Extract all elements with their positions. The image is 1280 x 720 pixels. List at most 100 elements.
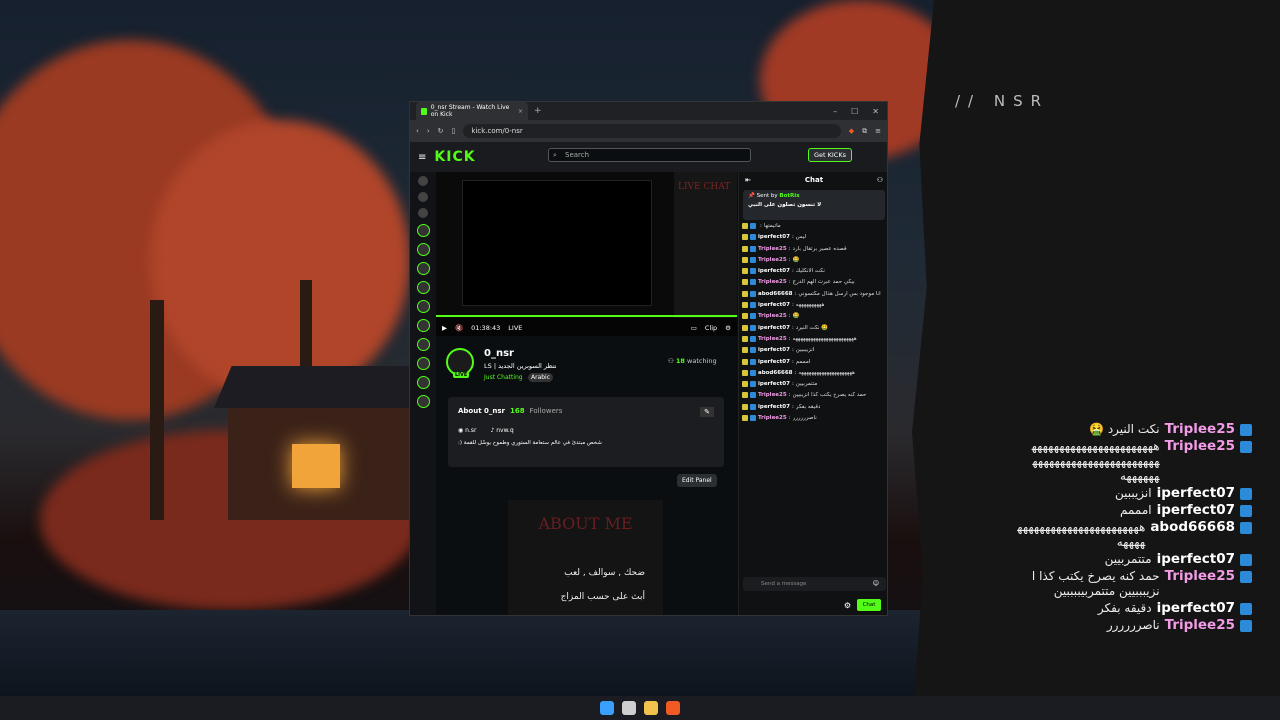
about-panel: About 0_nsr 168 Followers ✎ ◉ n.sr ♪ nvw… bbox=[448, 397, 724, 467]
chat-colon: : bbox=[788, 335, 791, 342]
progress-bar[interactable] bbox=[436, 315, 737, 317]
channel-avatar[interactable] bbox=[416, 395, 430, 408]
edit-icon[interactable]: ✎ bbox=[700, 407, 714, 417]
users-icon[interactable]: ⚇ bbox=[877, 176, 883, 184]
channel-avatar[interactable] bbox=[416, 376, 430, 389]
browse-icon[interactable] bbox=[418, 192, 428, 202]
channel-avatar[interactable] bbox=[416, 300, 430, 313]
browser-tab[interactable]: 0_nsr Stream - Watch Live on Kick × bbox=[416, 102, 528, 120]
chat-username[interactable]: Triplee25 bbox=[758, 391, 787, 399]
pinned-user[interactable]: BotRix bbox=[779, 193, 799, 199]
chat-message: abod66668: هههههههههههههههههههههه bbox=[742, 369, 886, 377]
channel-avatar[interactable] bbox=[416, 224, 430, 237]
theater-icon[interactable]: ▭ bbox=[691, 324, 697, 332]
search-input[interactable]: ⌕ Search bbox=[548, 148, 751, 162]
edit-panel-button[interactable]: Edit Panel bbox=[677, 474, 717, 487]
chat-username[interactable]: abod66668 bbox=[758, 290, 793, 298]
chat-username[interactable]: iperfect07 bbox=[758, 324, 790, 332]
close-tab-icon[interactable]: × bbox=[518, 108, 523, 115]
play-icon[interactable]: ▶ bbox=[442, 324, 447, 332]
brave-browser-icon[interactable] bbox=[666, 701, 680, 715]
channel-avatar[interactable] bbox=[416, 243, 430, 256]
chat-message: Triplee25: 🤮 bbox=[742, 256, 886, 264]
file-explorer-icon[interactable] bbox=[644, 701, 658, 715]
overlay-chat: نكت النيرد 🤮 Triplee25 ههههههههههههههههههه… bbox=[1012, 422, 1252, 635]
close-window-icon[interactable]: ✕ bbox=[872, 107, 879, 116]
verified-badge-icon bbox=[750, 358, 756, 365]
reload-icon[interactable]: ↻ bbox=[438, 127, 444, 135]
chat-username[interactable]: iperfect07 bbox=[758, 346, 790, 354]
chat-username[interactable]: Triplee25 bbox=[758, 245, 787, 253]
category-link[interactable]: Just Chatting bbox=[484, 374, 523, 381]
mute-icon[interactable]: 🔇 bbox=[455, 324, 463, 332]
settings-icon[interactable]: ⚙ bbox=[725, 324, 731, 332]
chat-username[interactable]: Triplee25 bbox=[758, 414, 787, 422]
channel-avatar[interactable] bbox=[416, 262, 430, 275]
chat-username[interactable]: iperfect07 bbox=[758, 233, 790, 241]
chat-username[interactable]: Triplee25 bbox=[758, 312, 787, 320]
kick-logo[interactable]: KICK bbox=[434, 149, 475, 165]
chat-colon: : bbox=[794, 369, 797, 376]
collapse-chat-icon[interactable]: ⇤ bbox=[745, 176, 751, 184]
chat-colon: : bbox=[788, 245, 791, 252]
chat-username[interactable]: iperfect07 bbox=[758, 403, 790, 411]
chat-message: iperfect07: متتمربيين bbox=[742, 380, 886, 388]
bio-text: شخص مبتدئ في عالم ستعامة الستوري وطموح ي… bbox=[458, 440, 602, 446]
extensions-icon[interactable]: ⧉ bbox=[862, 127, 867, 136]
windows-start-icon[interactable] bbox=[600, 701, 614, 715]
channel-name[interactable]: 0_nsr bbox=[484, 348, 514, 359]
chat-settings-icon[interactable]: ⚙ bbox=[844, 601, 851, 610]
chat-username[interactable]: Triplee25 bbox=[758, 256, 787, 264]
bookmark-icon[interactable]: ▯ bbox=[452, 127, 456, 135]
video-player[interactable]: LIVE CHAT ▶ 🔇 01:38:43 LIVE ▭ Clip ⚙ bbox=[436, 172, 737, 336]
channel-avatar[interactable] bbox=[416, 319, 430, 332]
chat-colon: : bbox=[791, 403, 794, 410]
search-placeholder: Search bbox=[565, 151, 590, 159]
send-chat-button[interactable]: Chat bbox=[857, 599, 881, 611]
chat-username[interactable]: abod66668 bbox=[758, 369, 793, 377]
badge-icon bbox=[1240, 441, 1252, 453]
channel-avatar[interactable] bbox=[416, 357, 430, 370]
new-tab-icon[interactable]: + bbox=[534, 106, 542, 116]
url-field[interactable]: kick.com/0-nsr bbox=[463, 124, 841, 138]
overlay-brand: // NSR bbox=[955, 92, 1050, 110]
kick-favicon-icon bbox=[421, 107, 427, 115]
chat-message: Triplee25: 🤮 bbox=[742, 312, 886, 320]
channel-avatar[interactable] bbox=[416, 338, 430, 351]
menu-icon[interactable]: ≡ bbox=[875, 127, 881, 135]
maximize-icon[interactable]: ☐ bbox=[851, 107, 858, 116]
subscriber-badge-icon bbox=[742, 335, 748, 342]
tiktok-link[interactable]: ♪ nvw.q bbox=[490, 427, 513, 434]
get-kicks-button[interactable]: Get KICKs bbox=[807, 148, 852, 162]
brave-shield-icon[interactable]: ◆ bbox=[849, 127, 854, 135]
subscriber-badge-icon bbox=[742, 313, 748, 320]
language-tag[interactable]: Arabic bbox=[528, 373, 554, 382]
emote-icon[interactable]: ☺ bbox=[873, 580, 879, 587]
chat-text: هههههههههههههههههههههه bbox=[798, 369, 855, 376]
pinned-by-label: Sent by bbox=[756, 193, 778, 199]
chat-colon: : bbox=[791, 234, 794, 241]
back-icon[interactable]: ‹ bbox=[416, 127, 419, 135]
home-icon[interactable] bbox=[418, 176, 428, 186]
hamburger-icon[interactable]: ≡ bbox=[418, 152, 426, 163]
subscriber-badge-icon bbox=[742, 415, 748, 422]
chat-username[interactable]: Triplee25 bbox=[758, 335, 787, 343]
subscriber-badge-icon bbox=[742, 403, 748, 410]
forward-icon[interactable]: › bbox=[427, 127, 430, 135]
chat-username[interactable]: Triplee25 bbox=[758, 278, 787, 286]
verified-badge-icon bbox=[750, 347, 756, 354]
wallpaper-trunk bbox=[150, 300, 164, 520]
chat-username[interactable]: iperfect07 bbox=[758, 267, 790, 275]
channel-avatar[interactable] bbox=[416, 281, 430, 294]
chat-username[interactable]: iperfect07 bbox=[758, 358, 790, 366]
chat-username[interactable]: iperfect07 bbox=[758, 301, 790, 309]
panel-line-1: ضحك , سوالف , لعب bbox=[564, 568, 645, 578]
clip-button[interactable]: Clip bbox=[705, 324, 717, 332]
chat-text: نكت النيرد 🤮 bbox=[795, 324, 829, 331]
calendar-app-icon[interactable] bbox=[622, 701, 636, 715]
following-icon[interactable] bbox=[418, 208, 428, 218]
chat-username[interactable]: iperfect07 bbox=[758, 380, 790, 388]
discord-link[interactable]: ◉ n.sr bbox=[458, 427, 476, 434]
minimize-icon[interactable]: – bbox=[833, 107, 837, 116]
chat-input[interactable]: Send a message bbox=[743, 577, 886, 591]
